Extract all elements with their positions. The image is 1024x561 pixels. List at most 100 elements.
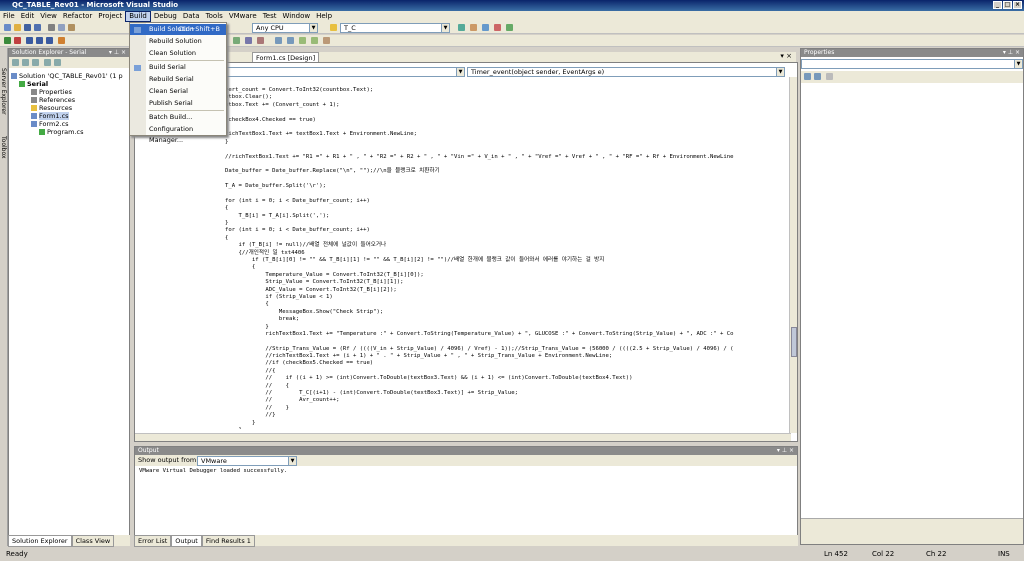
server-explorer-tab[interactable]: Server Explorer — [0, 68, 7, 115]
tab-error-list[interactable]: Error List — [134, 535, 172, 547]
step-out-icon[interactable] — [46, 37, 53, 44]
tab-solution-explorer[interactable]: Solution Explorer — [8, 535, 72, 547]
code-line: //richTextBox1.Text += "R1 =" + R1 + " ,… — [225, 153, 734, 160]
uncomment-icon[interactable] — [287, 37, 294, 44]
bookmark-icon[interactable] — [299, 37, 306, 44]
property-pages-icon[interactable] — [826, 73, 833, 80]
code-line: ntbox.Clear(); — [225, 94, 273, 101]
code-line: if (Strip_Value < 1) — [225, 293, 333, 300]
editor-horizontal-scrollbar[interactable] — [135, 433, 791, 441]
tree-project-serial[interactable]: Serial — [11, 80, 129, 88]
comment-icon[interactable] — [275, 37, 282, 44]
start-debugging-icon[interactable] — [4, 37, 11, 44]
minimize-button[interactable]: _ — [993, 1, 1002, 9]
properties-window-icon[interactable] — [482, 24, 489, 31]
save-all-icon[interactable] — [34, 24, 41, 31]
se-refresh-icon[interactable] — [32, 59, 39, 66]
tab-output[interactable]: Output — [171, 535, 202, 547]
window-title: QC_TABLE_Rev01 - Microsoft Visual Studio — [12, 1, 179, 9]
menu-item-publish-serial[interactable]: Publish Serial — [130, 98, 226, 109]
cut-icon[interactable] — [48, 24, 55, 31]
menu-item-build-serial[interactable]: Build Serial — [130, 62, 226, 73]
se-show-all-icon[interactable] — [22, 59, 29, 66]
prev-bookmark-icon[interactable] — [323, 37, 330, 44]
copy-icon[interactable] — [58, 24, 65, 31]
csharp-file-icon — [39, 129, 45, 135]
maximize-button[interactable]: □ — [1003, 1, 1012, 9]
menu-item-clean-solution[interactable]: Clean Solution — [130, 48, 226, 59]
code-line: //if (checkBox5.Checked == true) — [225, 360, 374, 367]
new-project-icon[interactable] — [4, 24, 11, 31]
platform-select[interactable]: Any CPU ▼ — [252, 23, 318, 33]
menu-item-batch-build[interactable]: Batch Build... — [130, 112, 226, 123]
menu-build[interactable]: Build — [125, 11, 151, 22]
save-icon[interactable] — [24, 24, 31, 31]
menu-tools[interactable]: Tools — [203, 11, 226, 22]
folder-icon — [31, 105, 37, 111]
toolbox-icon[interactable] — [494, 24, 501, 31]
editor-vertical-scrollbar[interactable] — [789, 77, 797, 433]
member-select[interactable]: Timer_event(object sender, EventArgs e) ▼ — [467, 67, 785, 77]
next-bookmark-icon[interactable] — [311, 37, 318, 44]
categorized-icon[interactable] — [804, 73, 811, 80]
se-properties-icon[interactable] — [12, 59, 19, 66]
step-over-icon[interactable] — [36, 37, 43, 44]
tree-references[interactable]: References — [11, 96, 129, 104]
code-editor[interactable]: ▼ Timer_event(object sender, EventArgs e… — [134, 62, 798, 442]
panel-pin-close-icon[interactable]: ▾ ⊥ × — [109, 49, 126, 57]
menu-item-rebuild-serial[interactable]: Rebuild Serial — [130, 74, 226, 85]
menu-file[interactable]: File — [0, 11, 18, 22]
output-pin-close-icon[interactable]: ▾ ⊥ × — [777, 447, 794, 455]
indent-icon[interactable] — [257, 37, 264, 44]
properties-object-select[interactable]: ▼ — [801, 59, 1023, 69]
menu-data[interactable]: Data — [180, 11, 203, 22]
align-icon[interactable] — [233, 37, 240, 44]
find-combo[interactable]: T_C ▼ — [340, 23, 450, 33]
code-lines[interactable]: vert_count = Convert.ToInt32(countbox.Te… — [225, 87, 787, 429]
tab-find-results[interactable]: Find Results 1 — [201, 535, 255, 547]
editor-scroll-thumb[interactable] — [791, 327, 797, 357]
se-view-designer-icon[interactable] — [54, 59, 61, 66]
menu-edit[interactable]: Edit — [18, 11, 38, 22]
menu-test[interactable]: Test — [260, 11, 280, 22]
menu-vmware[interactable]: VMware — [226, 11, 260, 22]
code-line: richTextBox1.Text += textBox1.Text + Env… — [225, 131, 417, 138]
menu-item-configuration-manager[interactable]: Configuration Manager... — [130, 124, 226, 144]
close-button[interactable]: × — [1013, 1, 1022, 9]
stop-icon[interactable] — [14, 37, 21, 44]
output-source-select[interactable]: VMware ▼ — [197, 456, 297, 466]
menu-item-build-solution[interactable]: Build Solution Ctrl+Shift+B — [130, 24, 226, 35]
close-document-icon[interactable]: ▾ × — [780, 52, 792, 60]
tab-class-view[interactable]: Class View — [71, 535, 115, 547]
tree-form1[interactable]: Form1.cs — [11, 112, 129, 120]
open-icon[interactable] — [14, 24, 21, 31]
object-browser-icon[interactable] — [506, 24, 513, 31]
step-into-icon[interactable] — [26, 37, 33, 44]
find-in-files-icon[interactable] — [330, 24, 337, 31]
toolbox-tab[interactable]: Toolbox — [0, 136, 7, 159]
tree-form2[interactable]: Form2.cs — [11, 120, 129, 128]
code-line: if (T_B[i][0] != "" && T_B[i][1] != "" &… — [225, 256, 605, 263]
menu-debug[interactable]: Debug — [151, 11, 180, 22]
paste-icon[interactable] — [68, 24, 75, 31]
menu-view[interactable]: View — [37, 11, 60, 22]
menu-window[interactable]: Window — [279, 11, 313, 22]
tree-resources[interactable]: Resources — [11, 104, 129, 112]
menu-help[interactable]: Help — [313, 11, 335, 22]
menu-project[interactable]: Project — [95, 11, 125, 22]
find-icon[interactable] — [458, 24, 465, 31]
alphabetical-icon[interactable] — [814, 73, 821, 80]
breakpoint-icon[interactable] — [58, 37, 65, 44]
menu-refactor[interactable]: Refactor — [60, 11, 95, 22]
se-view-code-icon[interactable] — [44, 59, 51, 66]
tree-properties[interactable]: Properties — [11, 88, 129, 96]
menu-item-clean-serial[interactable]: Clean Serial — [130, 86, 226, 97]
menu-item-rebuild-solution[interactable]: Rebuild Solution — [130, 36, 226, 47]
solution-explorer-icon[interactable] — [470, 24, 477, 31]
tree-solution[interactable]: Solution 'QC_TABLE_Rev01' (1 p — [11, 72, 129, 80]
tree-program[interactable]: Program.cs — [11, 128, 129, 136]
format-icon[interactable] — [245, 37, 252, 44]
properties-pin-close-icon[interactable]: ▾ ⊥ × — [1003, 49, 1020, 57]
